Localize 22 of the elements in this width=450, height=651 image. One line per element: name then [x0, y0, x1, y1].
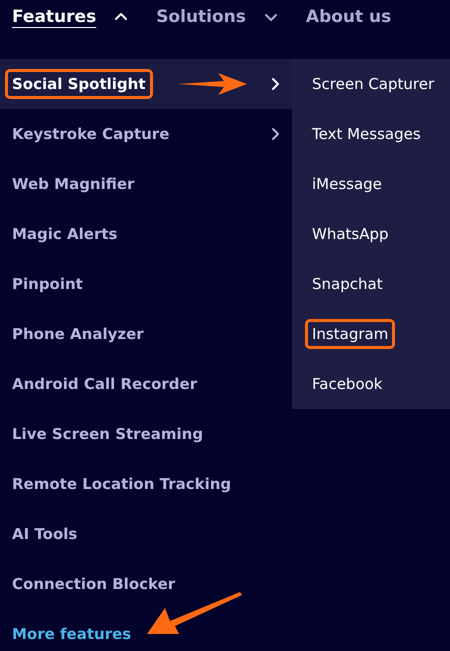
nav-link[interactable]: About us	[306, 7, 392, 27]
menu-item[interactable]: Web Magnifier	[0, 159, 292, 209]
submenu-item[interactable]: Facebook	[292, 359, 450, 409]
menu-item[interactable]: Phone Analyzer	[0, 309, 292, 359]
more-link[interactable]: More features	[0, 609, 292, 651]
submenu-item[interactable]: Snapchat	[292, 259, 450, 309]
submenu-item[interactable]: iMessage	[292, 159, 450, 209]
menu-item[interactable]: Remote Location Tracking	[0, 459, 292, 509]
nav-link[interactable]: Solutions	[156, 7, 278, 27]
menu-item[interactable]: Pinpoint	[0, 259, 292, 309]
menu-item[interactable]: Connection Blocker	[0, 559, 292, 609]
submenu-item[interactable]: WhatsApp	[292, 209, 450, 259]
nav-link[interactable]: Features	[12, 7, 128, 27]
menu-item[interactable]: AI Tools	[0, 509, 292, 559]
menu-item[interactable]: Magic Alerts	[0, 209, 292, 259]
menu-item[interactable]: Android Call Recorder	[0, 359, 292, 409]
menu-item[interactable]: Social Spotlight	[0, 59, 292, 109]
submenu-item[interactable]: Instagram	[292, 309, 450, 359]
menu-item[interactable]: Live Screen Streaming	[0, 409, 292, 459]
menu-item[interactable]: Keystroke Capture	[0, 109, 292, 159]
submenu-item[interactable]: Text Messages	[292, 109, 450, 159]
submenu-item[interactable]: Screen Capturer	[292, 59, 450, 109]
